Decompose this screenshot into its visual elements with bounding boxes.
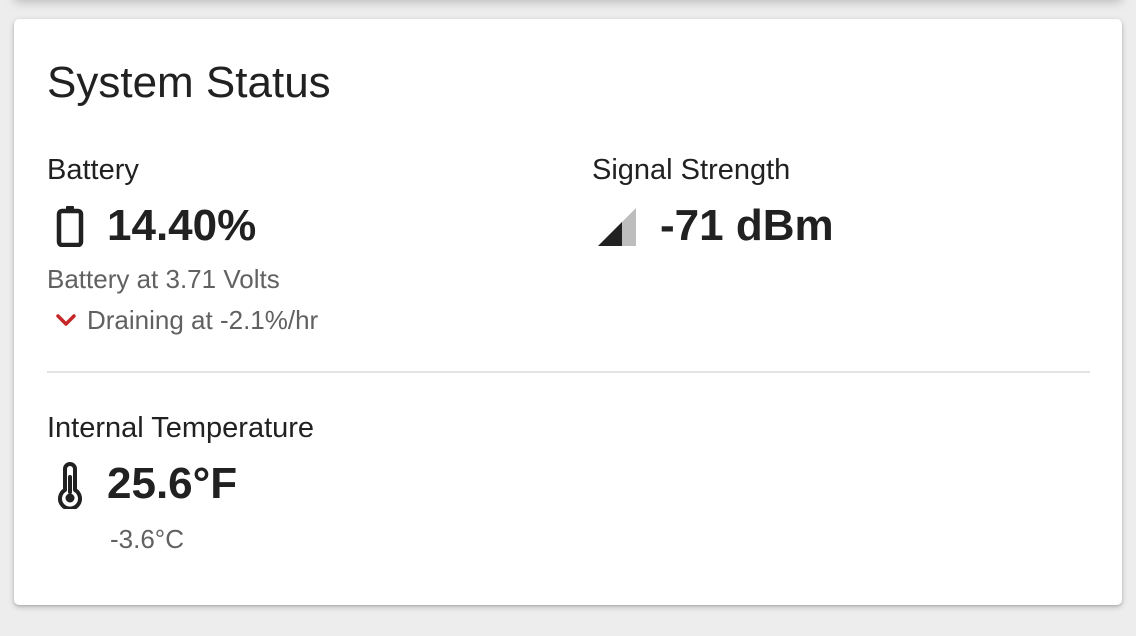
temperature-metric: Internal Temperature 25.6°F -3.6°C xyxy=(47,411,314,555)
section-divider xyxy=(47,371,1090,373)
battery-icon xyxy=(55,205,85,252)
signal-value: -71 dBm xyxy=(660,201,834,250)
battery-label: Battery xyxy=(47,154,139,186)
signal-value-row: -71 dBm xyxy=(592,199,834,253)
temperature-value: 25.6°F xyxy=(107,459,238,508)
battery-voltage: Battery at 3.71 Volts xyxy=(47,264,280,294)
signal-icon xyxy=(596,206,638,253)
battery-trend-text: Draining at -2.1%/hr xyxy=(87,305,319,335)
system-status-card: System Status Battery 14.40% Battery at … xyxy=(14,19,1122,605)
temperature-celsius: -3.6°C xyxy=(110,524,184,554)
temperature-label: Internal Temperature xyxy=(47,412,315,444)
battery-metric: Battery 14.40% Battery at 3.71 Volts Dra… xyxy=(47,153,318,339)
battery-value-row: 14.40% xyxy=(47,199,280,253)
temperature-value-row: 25.6°F xyxy=(47,457,314,511)
battery-trend: Draining at -2.1%/hr xyxy=(47,303,318,339)
battery-value: 14.40% xyxy=(107,201,257,250)
thermometer-icon xyxy=(55,461,85,514)
signal-metric: Signal Strength -71 dBm xyxy=(592,153,834,253)
card-title: System Status xyxy=(47,58,331,107)
chevron-down-icon xyxy=(55,312,77,333)
signal-label: Signal Strength xyxy=(592,154,791,186)
